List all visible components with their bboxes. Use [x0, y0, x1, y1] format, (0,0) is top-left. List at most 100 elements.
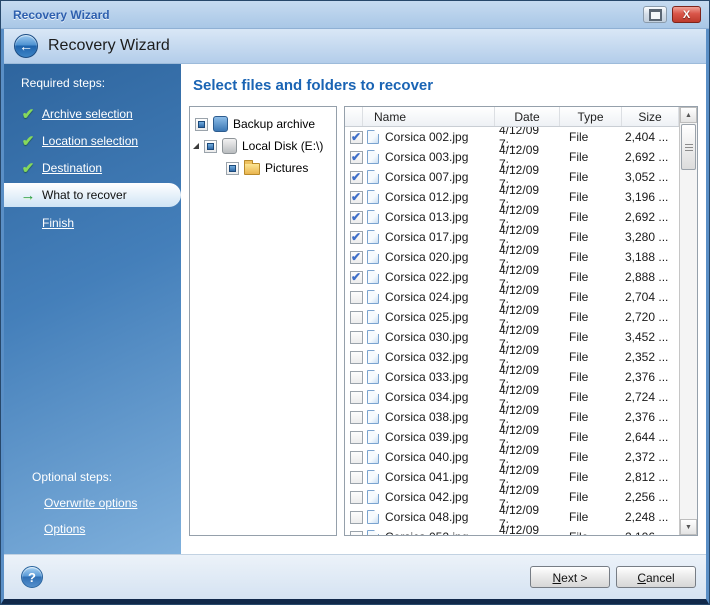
- step-status-icon: [16, 105, 40, 123]
- file-type: File: [560, 190, 622, 204]
- row-checkbox[interactable]: [350, 351, 363, 364]
- column-header-name[interactable]: Name: [363, 107, 495, 126]
- file-icon: [367, 450, 379, 464]
- tree-node-backup-archive[interactable]: Backup archive: [190, 113, 336, 135]
- sidebar-step[interactable]: Location selection: [4, 127, 181, 154]
- row-checkbox[interactable]: [350, 131, 363, 144]
- tree-node-pictures[interactable]: Pictures: [190, 157, 336, 179]
- tree-checkbox[interactable]: [204, 140, 217, 153]
- sidebar-step[interactable]: Finish: [4, 209, 181, 236]
- scrollbar-thumb[interactable]: [681, 124, 696, 170]
- file-list-panel: Name Date Type Size Corsica 002.jpg: [344, 106, 698, 536]
- optional-step-link[interactable]: Options: [4, 516, 181, 542]
- tree-node-label: Backup archive: [233, 117, 315, 131]
- step-label: Destination: [42, 161, 102, 175]
- file-name: Corsica 040.jpg: [385, 450, 468, 464]
- row-checkbox[interactable]: [350, 391, 363, 404]
- file-size: 2,692 ...: [622, 210, 679, 224]
- file-size: 2,888 ...: [622, 270, 679, 284]
- row-checkbox[interactable]: [350, 171, 363, 184]
- backup-tree-panel: Backup archive Local Disk (E:\) Pictures: [189, 106, 337, 536]
- back-button[interactable]: ←: [14, 34, 38, 58]
- tree-node-label: Local Disk (E:\): [242, 139, 323, 153]
- optional-steps-label: Optional steps:: [4, 466, 181, 490]
- row-checkbox[interactable]: [350, 451, 363, 464]
- sidebar-step[interactable]: What to recover: [4, 183, 181, 207]
- tree-checkbox[interactable]: [195, 118, 208, 131]
- file-type: File: [560, 310, 622, 324]
- row-checkbox[interactable]: [350, 471, 363, 484]
- file-type: File: [560, 490, 622, 504]
- archive-icon: [213, 116, 228, 132]
- row-checkbox[interactable]: [350, 511, 363, 524]
- file-icon: [367, 370, 379, 384]
- column-header-type[interactable]: Type: [560, 107, 622, 126]
- file-type: File: [560, 430, 622, 444]
- recovery-wizard-window: Recovery Wizard X ← Recovery Wizard Requ…: [0, 0, 710, 605]
- file-type: File: [560, 150, 622, 164]
- step-status-icon: [16, 159, 40, 177]
- file-name: Corsica 041.jpg: [385, 470, 468, 484]
- file-icon: [367, 270, 379, 284]
- close-button[interactable]: X: [672, 6, 701, 23]
- scrollbar-track[interactable]: [680, 171, 697, 519]
- file-size: 3,188 ...: [622, 250, 679, 264]
- row-checkbox[interactable]: [350, 271, 363, 284]
- next-button[interactable]: Next >: [530, 566, 610, 588]
- row-checkbox[interactable]: [350, 431, 363, 444]
- scroll-down-icon[interactable]: ▼: [680, 519, 697, 535]
- expand-collapse-icon[interactable]: [193, 143, 199, 149]
- file-size: 2,376 ...: [622, 410, 679, 424]
- file-name: Corsica 007.jpg: [385, 170, 468, 184]
- file-name: Corsica 013.jpg: [385, 210, 468, 224]
- row-checkbox[interactable]: [350, 251, 363, 264]
- file-size: 2,720 ...: [622, 310, 679, 324]
- file-icon: [367, 350, 379, 364]
- back-arrow-icon: ←: [19, 39, 33, 53]
- row-checkbox[interactable]: [350, 371, 363, 384]
- tree-checkbox[interactable]: [226, 162, 239, 175]
- help-button[interactable]: ?: [21, 566, 43, 588]
- row-checkbox[interactable]: [350, 331, 363, 344]
- title-bar: Recovery Wizard X: [1, 1, 709, 29]
- row-checkbox[interactable]: [350, 291, 363, 304]
- footer-bar: ? Next > Cancel: [4, 554, 706, 599]
- file-icon: [367, 190, 379, 204]
- restore-button[interactable]: [643, 6, 667, 23]
- file-size: 2,692 ...: [622, 150, 679, 164]
- tree-node-local-disk[interactable]: Local Disk (E:\): [190, 135, 336, 157]
- file-name: Corsica 030.jpg: [385, 330, 468, 344]
- row-checkbox[interactable]: [350, 191, 363, 204]
- sidebar-step[interactable]: Destination: [4, 154, 181, 181]
- optional-step-link[interactable]: Overwrite options: [4, 490, 181, 516]
- row-checkbox[interactable]: [350, 231, 363, 244]
- optional-step-label: Overwrite options: [44, 496, 137, 510]
- file-date: 4/12/09 7:...: [495, 523, 560, 535]
- row-checkbox[interactable]: [350, 211, 363, 224]
- step-label: Finish: [42, 216, 74, 230]
- cancel-button[interactable]: Cancel: [616, 566, 696, 588]
- file-size: 3,280 ...: [622, 230, 679, 244]
- step-label: What to recover: [42, 188, 127, 202]
- scroll-up-icon[interactable]: ▲: [680, 107, 697, 123]
- file-type: File: [560, 130, 622, 144]
- file-size: 2,248 ...: [622, 510, 679, 524]
- file-size: 2,404 ...: [622, 130, 679, 144]
- file-name: Corsica 024.jpg: [385, 290, 468, 304]
- table-row[interactable]: Corsica 052.jpg 4/12/09 7:... File 2,106…: [345, 527, 679, 535]
- question-mark-icon: ?: [28, 570, 36, 585]
- column-header-size[interactable]: Size: [622, 107, 679, 126]
- row-checkbox[interactable]: [350, 491, 363, 504]
- row-checkbox[interactable]: [350, 311, 363, 324]
- file-type: File: [560, 390, 622, 404]
- file-name: Corsica 052.jpg: [385, 530, 468, 535]
- column-header-date[interactable]: Date: [495, 107, 560, 126]
- file-size: 2,644 ...: [622, 430, 679, 444]
- row-checkbox[interactable]: [350, 411, 363, 424]
- row-checkbox[interactable]: [350, 531, 363, 536]
- sidebar-step[interactable]: Archive selection: [4, 100, 181, 127]
- file-list-header: Name Date Type Size: [345, 107, 679, 127]
- file-name: Corsica 002.jpg: [385, 130, 468, 144]
- vertical-scrollbar[interactable]: ▲ ▼: [679, 107, 697, 535]
- row-checkbox[interactable]: [350, 151, 363, 164]
